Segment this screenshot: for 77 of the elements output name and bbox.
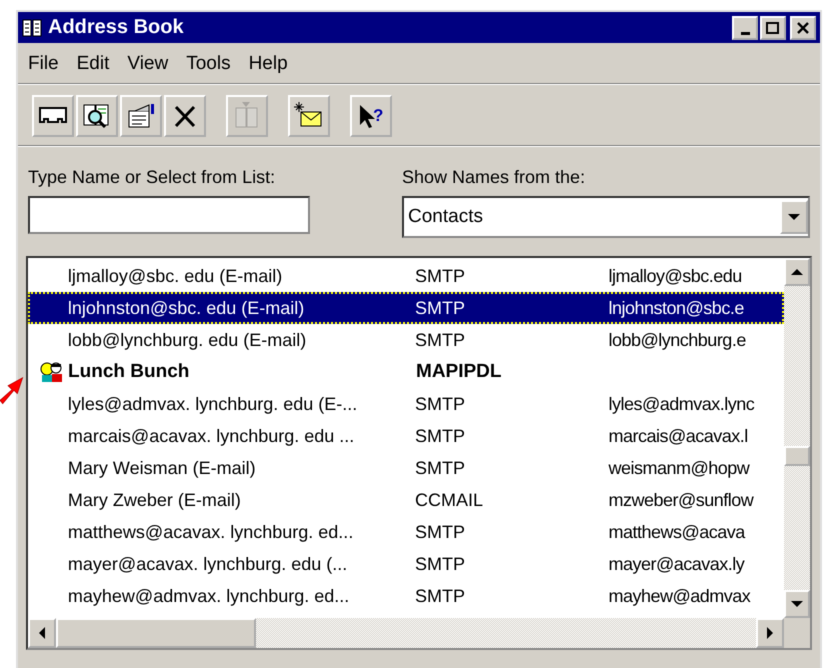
address-cell-text: ljmalloy@sbc.edu — [608, 266, 743, 286]
close-button[interactable] — [790, 16, 816, 40]
name-cell-text: marcais@acavax. lynchburg. edu ... — [68, 426, 356, 446]
address-cell-text: lyles@admvax.lync — [608, 394, 756, 414]
name-cell-text: lobb@lynchburg. edu (E-mail) — [68, 330, 308, 350]
menu-item[interactable]: Tools — [186, 53, 231, 75]
name-cell-text: mayhew@admvax. lynchburg. ed... — [68, 586, 350, 606]
window-title: Address Book — [48, 16, 184, 39]
contact-row[interactable]: Lunch Bunch MAPIPDL — [28, 356, 784, 388]
address-cell-text: mzweber@sunflow — [608, 490, 755, 510]
source-dropdown[interactable]: Contacts — [402, 196, 810, 238]
name-cell-text: lnjohnston@sbc. edu (E-mail) — [68, 298, 306, 318]
properties-button[interactable] — [120, 95, 162, 137]
close-icon — [796, 22, 810, 34]
scroll-thumb[interactable] — [56, 618, 256, 648]
contact-row[interactable]: lnjohnston@sbc. edu (E-mail) SMTP lnjohnston@sbc.e — [28, 292, 784, 324]
type-cell-text: SMTP — [414, 522, 466, 542]
address-cell-text: marcais@acavax.l — [608, 426, 749, 446]
scroll-right-icon — [766, 627, 774, 639]
address-cell-text: mayer@acavax.ly — [608, 554, 746, 574]
help-button[interactable]: ? — [350, 95, 392, 137]
vertical-scrollbar[interactable] — [784, 258, 810, 618]
scroll-up-icon — [791, 268, 803, 276]
scroll-down-icon — [791, 600, 803, 608]
type-cell-text: SMTP — [414, 426, 466, 446]
menu-item[interactable]: File — [28, 53, 59, 75]
delete-button[interactable] — [164, 95, 206, 137]
address-cell-text: weismanm@hopw — [608, 458, 751, 478]
contact-row[interactable]: lobb@lynchburg. edu (E-mail) SMTP lobb@lynchburg.e — [28, 324, 784, 356]
contact-row[interactable]: ljmalloy@sbc. edu (E-mail) SMTP ljmalloy@sbc.edu — [28, 260, 784, 292]
type-cell-text: MAPIPDL — [416, 361, 502, 383]
name-cell-text: mayer@acavax. lynchburg. edu (... — [68, 554, 348, 574]
address-cell-text: lobb@lynchburg.e — [608, 330, 747, 350]
book-icon — [22, 18, 42, 36]
type-cell-text: SMTP — [414, 330, 466, 350]
new-entry-button[interactable] — [32, 95, 74, 137]
address-cell-text: lnjohnston@sbc.e — [608, 298, 745, 318]
address-cell-text: mayhew@admvax — [608, 586, 752, 606]
contact-row[interactable]: matthews@acavax. lynchburg. ed... SMTP matthews@acava — [28, 516, 784, 548]
name-cell-text: Mary Zweber (E-mail) — [68, 490, 242, 510]
name-cell-text: Lunch Bunch — [68, 361, 190, 383]
type-cell-text: CCMAIL — [414, 490, 484, 510]
new-message-button[interactable] — [288, 95, 330, 137]
search-label: Type Name or Select from List: — [28, 167, 276, 188]
maximize-button[interactable] — [760, 16, 786, 40]
type-cell-text: SMTP — [414, 458, 466, 478]
address-cell-text: matthews@acava — [608, 522, 746, 542]
minimize-icon — [740, 32, 750, 34]
horizontal-scrollbar[interactable] — [28, 618, 810, 648]
menu-item[interactable]: Edit — [76, 53, 110, 75]
contact-row[interactable]: marcais@acavax. lynchburg. edu ... SMTP marcais@acavax.l — [28, 420, 784, 452]
contact-row[interactable]: Mary Weisman (E-mail) SMTP weismanm@hopw — [28, 452, 784, 484]
type-cell-text: SMTP — [414, 394, 466, 414]
type-cell-text: SMTP — [414, 586, 466, 606]
type-cell-text: SMTP — [414, 298, 466, 318]
find-button[interactable] — [76, 95, 118, 137]
name-cell-text: ljmalloy@sbc. edu (E-mail) — [68, 266, 284, 286]
scrollbar-corner — [784, 618, 810, 648]
contact-row[interactable]: mayer@acavax. lynchburg. edu (... SMTP mayer@acavax.ly — [28, 548, 784, 580]
minimize-button[interactable] — [732, 16, 758, 40]
name-search-field[interactable] — [28, 196, 310, 234]
type-cell-text: SMTP — [414, 266, 466, 286]
contact-row[interactable]: Mary Zweber (E-mail) CCMAIL mzweber@sunflow — [28, 484, 784, 516]
scroll-thumb[interactable] — [784, 446, 810, 466]
maximize-icon — [766, 22, 780, 34]
name-cell-text: Mary Weisman (E-mail) — [68, 458, 257, 478]
source-label: Show Names from the: — [402, 167, 586, 188]
scroll-left-icon — [38, 627, 46, 639]
contact-row[interactable]: mayhew@admvax. lynchburg. ed... SMTP mayhew@admvax — [28, 580, 784, 612]
group-icon — [40, 361, 64, 383]
menu-item[interactable]: View — [127, 53, 168, 75]
menu-item[interactable]: Help — [248, 53, 288, 75]
contact-row[interactable]: lyles@admvax. lynchburg. edu (E-... SMTP lyles@admvax.lync — [28, 388, 784, 420]
dropdown-arrow-icon — [788, 213, 800, 221]
name-cell-text: lyles@admvax. lynchburg. edu (E-... — [68, 394, 358, 414]
name-cell-text: matthews@acavax. lynchburg. ed... — [68, 522, 354, 542]
type-cell-text: SMTP — [414, 554, 466, 574]
